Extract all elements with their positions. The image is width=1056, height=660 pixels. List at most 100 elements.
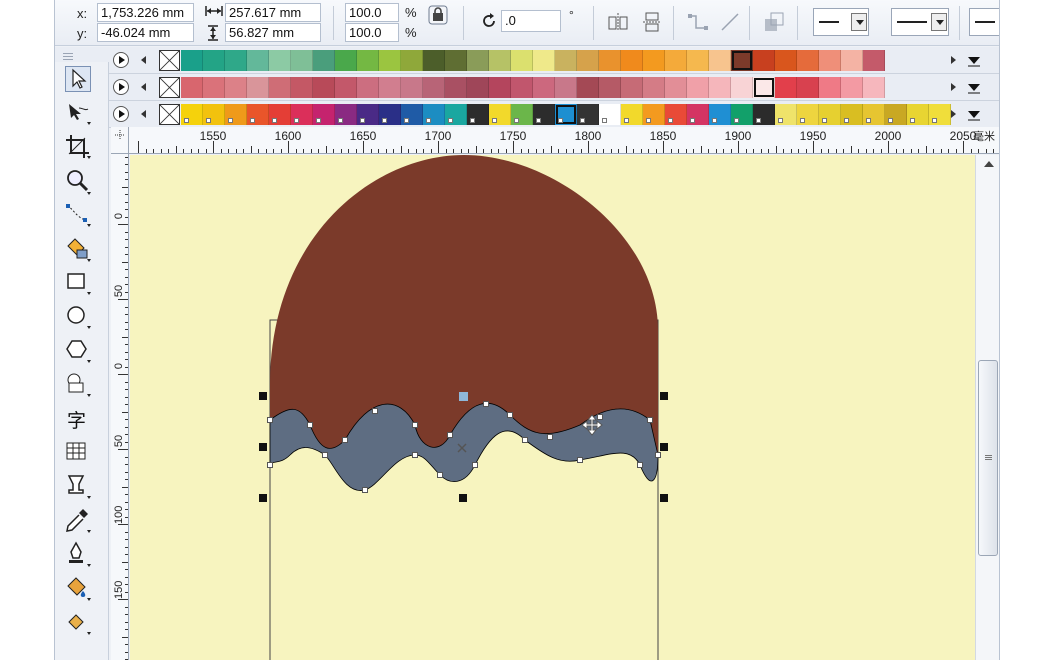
vertical-ruler[interactable]: 0 50 0 50 100 150 (111, 154, 129, 660)
color-swatch[interactable] (599, 50, 621, 71)
color-swatch[interactable] (203, 50, 225, 71)
color-swatch[interactable] (269, 77, 291, 98)
curve-node[interactable] (522, 437, 528, 443)
color-swatch[interactable] (841, 77, 863, 98)
palette-play-icon[interactable] (113, 106, 129, 122)
palette-menu-icon[interactable] (967, 80, 981, 94)
color-swatch[interactable] (577, 77, 599, 98)
color-swatch[interactable] (709, 77, 731, 98)
curve-node[interactable] (447, 432, 453, 438)
palette-menu-icon[interactable] (967, 53, 981, 67)
color-swatch[interactable] (379, 104, 401, 125)
color-swatch[interactable] (467, 104, 489, 125)
line-connector-icon[interactable] (719, 11, 741, 33)
color-swatch[interactable] (445, 104, 467, 125)
curve-node[interactable] (267, 462, 273, 468)
resize-handle[interactable] (259, 392, 267, 400)
color-swatch[interactable] (335, 50, 357, 71)
color-swatch[interactable] (401, 50, 423, 71)
freehand-tool-button[interactable] (63, 200, 93, 230)
scroll-left-icon[interactable] (141, 110, 146, 118)
curve-node[interactable] (412, 452, 418, 458)
color-swatch[interactable] (357, 50, 379, 71)
curve-node[interactable] (597, 414, 603, 420)
vertical-scrollbar[interactable] (975, 155, 999, 660)
resize-handle[interactable] (660, 494, 668, 502)
color-swatch[interactable] (181, 104, 203, 125)
color-swatch[interactable] (445, 77, 467, 98)
color-swatch[interactable] (621, 50, 643, 71)
curve-node[interactable] (342, 437, 348, 443)
horizontal-ruler[interactable]: 毫米 1550 1600 1650 1700 1750 1800 1850 1900 1950 2… (111, 127, 999, 154)
color-swatch[interactable] (489, 104, 511, 125)
color-swatch[interactable] (511, 50, 533, 71)
color-swatch[interactable] (423, 50, 445, 71)
color-swatch[interactable] (797, 50, 819, 71)
rotation-field[interactable]: .0 (501, 10, 561, 32)
curve-node[interactable] (483, 401, 489, 407)
table-tool-button[interactable] (63, 438, 93, 468)
scale-y-field[interactable]: 100.0 (345, 23, 399, 42)
curve-node[interactable] (577, 457, 583, 463)
color-swatch[interactable] (709, 104, 731, 125)
no-color-swatch[interactable] (159, 50, 180, 71)
color-swatch[interactable] (291, 77, 313, 98)
color-swatch[interactable] (665, 77, 687, 98)
scroll-right-icon[interactable] (951, 83, 956, 91)
color-swatch[interactable] (797, 77, 819, 98)
color-swatch[interactable] (797, 104, 819, 125)
curve-node[interactable] (437, 472, 443, 478)
color-swatch[interactable] (445, 50, 467, 71)
color-swatch[interactable] (379, 77, 401, 98)
color-swatch[interactable] (819, 50, 841, 71)
curve-node[interactable] (362, 487, 368, 493)
convert-to-curves-icon[interactable] (763, 11, 785, 33)
color-swatch[interactable] (533, 77, 555, 98)
resize-handle[interactable] (660, 443, 668, 451)
color-swatch[interactable] (775, 104, 797, 125)
color-swatch[interactable] (863, 104, 885, 125)
resize-handle[interactable] (259, 443, 267, 451)
color-swatch[interactable] (313, 77, 335, 98)
curve-node[interactable] (507, 412, 513, 418)
shape-tool-button[interactable] (63, 98, 93, 128)
color-swatch[interactable] (423, 77, 445, 98)
curve-node[interactable] (412, 422, 418, 428)
color-swatch[interactable] (885, 104, 907, 125)
color-swatch[interactable] (819, 104, 841, 125)
scale-x-field[interactable]: 100.0 (345, 3, 399, 22)
color-swatch[interactable] (555, 77, 577, 98)
color-swatch[interactable] (533, 50, 555, 71)
curve-node[interactable] (267, 417, 273, 423)
color-swatch[interactable] (753, 50, 775, 71)
color-swatch[interactable] (731, 104, 753, 125)
line-start-combo[interactable] (813, 8, 869, 36)
color-swatch[interactable] (709, 50, 731, 71)
color-swatch[interactable] (577, 50, 599, 71)
color-swatch[interactable] (687, 77, 709, 98)
mirror-vertical-icon[interactable] (641, 11, 663, 33)
color-swatch[interactable] (863, 50, 885, 71)
color-swatch[interactable] (291, 50, 313, 71)
height-field[interactable]: 56.827 mm (225, 23, 321, 42)
dropdown-arrow-icon[interactable] (931, 13, 947, 31)
color-swatch[interactable] (753, 77, 775, 98)
interactive-fill-button[interactable] (63, 608, 93, 638)
color-swatch[interactable] (511, 104, 533, 125)
scrollbar-thumb[interactable] (978, 360, 998, 556)
color-swatch[interactable] (335, 104, 357, 125)
color-swatch[interactable] (555, 50, 577, 71)
color-swatch[interactable] (313, 50, 335, 71)
zoom-tool-button[interactable] (63, 166, 93, 196)
color-swatch[interactable] (643, 77, 665, 98)
x-position-field[interactable]: 1,753.226 mm (97, 3, 194, 22)
resize-handle[interactable] (259, 494, 267, 502)
outline-pen-button[interactable] (63, 540, 93, 570)
color-swatch[interactable] (841, 50, 863, 71)
eyedropper-button[interactable] (63, 506, 93, 536)
resize-handle[interactable] (459, 494, 467, 502)
color-swatch[interactable] (621, 104, 643, 125)
color-swatch[interactable] (907, 104, 929, 125)
color-swatch[interactable] (511, 77, 533, 98)
ruler-origin[interactable] (111, 127, 129, 154)
